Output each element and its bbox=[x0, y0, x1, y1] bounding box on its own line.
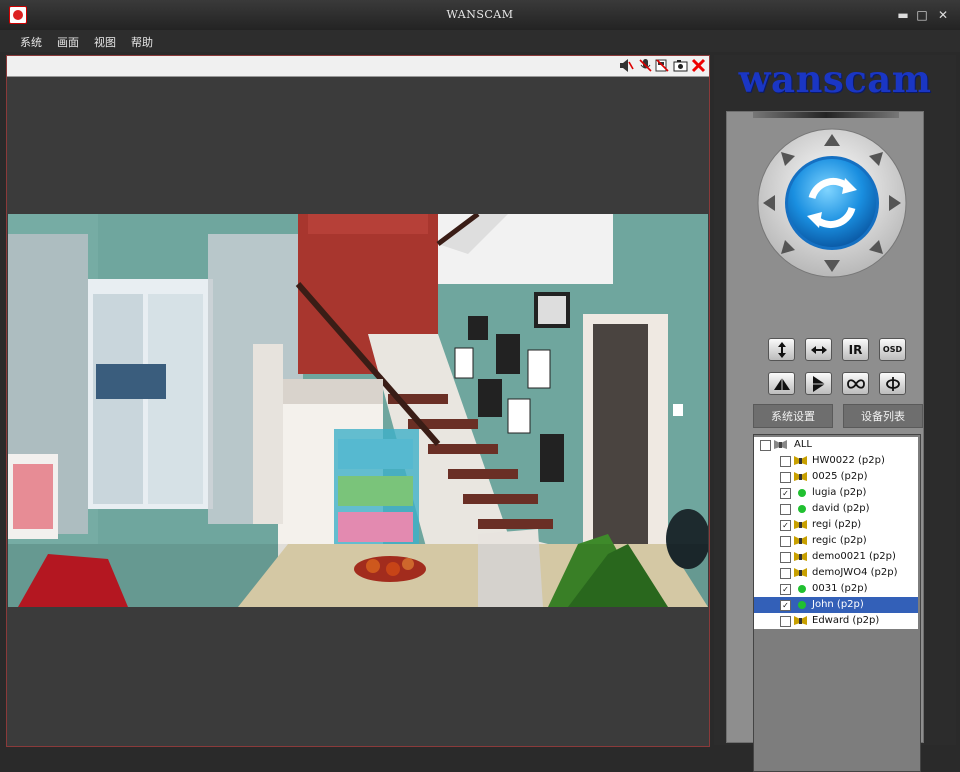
online-status-icon bbox=[798, 489, 806, 497]
ir-button[interactable]: IR bbox=[842, 338, 869, 361]
refresh-center-button[interactable] bbox=[788, 159, 876, 247]
vertical-arrows-icon bbox=[777, 341, 786, 358]
device-row[interactable]: 0025 (p2p) bbox=[754, 469, 918, 485]
system-settings-button[interactable]: 系统设置 bbox=[753, 404, 833, 428]
device-checkbox[interactable] bbox=[780, 504, 791, 515]
offline-camera-icon bbox=[794, 552, 807, 561]
device-label: demo0021 (p2p) bbox=[812, 551, 896, 562]
flip-horizontal-button[interactable] bbox=[805, 338, 832, 361]
camera-group-icon bbox=[774, 440, 787, 449]
offline-camera-icon bbox=[794, 568, 807, 577]
horizontal-cruise-button[interactable] bbox=[842, 372, 869, 395]
checkbox-all[interactable] bbox=[760, 440, 771, 451]
device-label: david (p2p) bbox=[812, 503, 870, 514]
device-row[interactable]: regic (p2p) bbox=[754, 533, 918, 549]
device-row[interactable]: demoJWO4 (p2p) bbox=[754, 565, 918, 581]
record-icon[interactable] bbox=[655, 58, 670, 73]
device-row[interactable]: demo0021 (p2p) bbox=[754, 549, 918, 565]
device-row[interactable]: david (p2p) bbox=[754, 501, 918, 517]
device-checkbox[interactable] bbox=[780, 456, 791, 467]
ptz-control-panel: IR OSD 系统设置 设备列表 ALL HW0022 (p2p) 0025 (p… bbox=[726, 111, 924, 772]
panel-header-bar bbox=[753, 112, 899, 118]
close-video-icon[interactable] bbox=[691, 58, 706, 73]
device-row[interactable]: HW0022 (p2p) bbox=[754, 453, 918, 469]
video-header bbox=[7, 56, 709, 77]
device-list-button[interactable]: 设备列表 bbox=[843, 404, 923, 428]
device-row[interactable]: ✓ John (p2p) bbox=[754, 597, 918, 613]
device-row[interactable]: Edward (p2p) bbox=[754, 613, 918, 629]
device-checkbox[interactable] bbox=[780, 536, 791, 547]
maximize-button[interactable]: □ bbox=[914, 7, 930, 23]
half-triangle-right-icon bbox=[812, 375, 825, 392]
half-triangle-up-icon bbox=[773, 377, 790, 390]
ptz-dpad[interactable] bbox=[757, 128, 907, 278]
device-label: lugia (p2p) bbox=[812, 487, 867, 498]
device-checkbox[interactable] bbox=[780, 552, 791, 563]
osd-button[interactable]: OSD bbox=[879, 338, 906, 361]
infinity-icon bbox=[846, 378, 865, 389]
window-title: WANSCAM bbox=[446, 8, 514, 21]
device-checkbox[interactable]: ✓ bbox=[780, 520, 791, 531]
horizontal-arrows-icon bbox=[810, 345, 827, 354]
device-label: HW0022 (p2p) bbox=[812, 455, 885, 466]
snapshot-icon[interactable] bbox=[673, 58, 688, 73]
online-status-icon bbox=[798, 585, 806, 593]
offline-camera-icon bbox=[794, 472, 807, 481]
phi-icon bbox=[885, 376, 900, 391]
device-list: ALL HW0022 (p2p) 0025 (p2p) ✓ lugia (p2p) da… bbox=[753, 434, 921, 772]
close-button[interactable]: ✕ bbox=[935, 7, 951, 23]
offline-camera-icon bbox=[794, 456, 807, 465]
device-label: demoJWO4 (p2p) bbox=[812, 567, 898, 578]
menu-system[interactable]: 系统 bbox=[20, 34, 42, 50]
device-label: regi (p2p) bbox=[812, 519, 862, 530]
device-row[interactable]: ✓ lugia (p2p) bbox=[754, 485, 918, 501]
wanscam-logo: wanscam bbox=[738, 57, 932, 101]
device-label: 0031 (p2p) bbox=[812, 583, 868, 594]
device-label: ALL bbox=[794, 439, 812, 450]
device-row-all[interactable]: ALL bbox=[754, 437, 918, 453]
online-status-icon bbox=[798, 505, 806, 513]
online-status-icon bbox=[798, 601, 806, 609]
device-label: regic (p2p) bbox=[812, 535, 867, 546]
menu-screen[interactable]: 画面 bbox=[57, 34, 79, 50]
device-label: 0025 (p2p) bbox=[812, 471, 868, 482]
offline-camera-icon bbox=[794, 616, 807, 625]
mirror-up-button[interactable] bbox=[768, 372, 795, 395]
talk-icon[interactable] bbox=[638, 58, 653, 73]
device-row[interactable]: ✓ regi (p2p) bbox=[754, 517, 918, 533]
menu-bar: 系统 画面 视图 帮助 bbox=[0, 30, 960, 52]
flip-vertical-button[interactable] bbox=[768, 338, 795, 361]
video-panel bbox=[6, 55, 710, 747]
menu-view[interactable]: 视图 bbox=[94, 34, 116, 50]
device-checkbox[interactable]: ✓ bbox=[780, 584, 791, 595]
offline-camera-icon bbox=[794, 520, 807, 529]
mute-icon[interactable] bbox=[619, 58, 634, 73]
mirror-right-button[interactable] bbox=[805, 372, 832, 395]
sidebar: wanscam IR OSD 系统设置 设备列表 ALL HW0022 (p2p… bbox=[714, 55, 956, 772]
device-checkbox[interactable]: ✓ bbox=[780, 488, 791, 499]
device-label: Edward (p2p) bbox=[812, 615, 880, 626]
menu-help[interactable]: 帮助 bbox=[131, 34, 153, 50]
minimize-button[interactable]: ▬ bbox=[895, 7, 911, 23]
device-checkbox[interactable] bbox=[780, 616, 791, 627]
device-label: John (p2p) bbox=[812, 599, 864, 610]
camera-image bbox=[8, 214, 708, 607]
vertical-cruise-button[interactable] bbox=[879, 372, 906, 395]
device-checkbox[interactable] bbox=[780, 472, 791, 483]
title-bar: WANSCAM ▬ □ ✕ bbox=[0, 0, 960, 31]
device-checkbox[interactable] bbox=[780, 568, 791, 579]
device-row[interactable]: ✓ 0031 (p2p) bbox=[754, 581, 918, 597]
camera-video-feed[interactable] bbox=[8, 214, 708, 607]
offline-camera-icon bbox=[794, 536, 807, 545]
device-checkbox[interactable]: ✓ bbox=[780, 600, 791, 611]
